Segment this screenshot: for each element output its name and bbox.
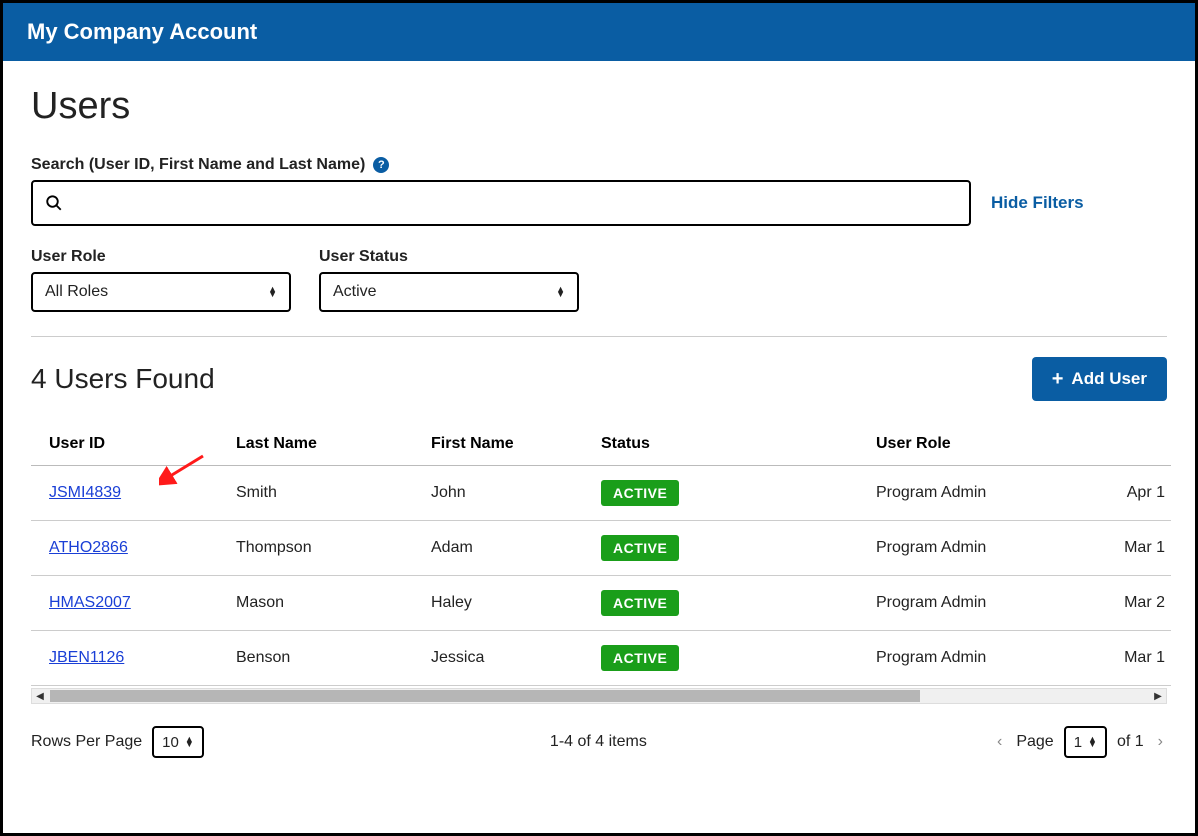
cell-first-name: Haley [421, 576, 591, 631]
range-text: 1-4 of 4 items [550, 733, 647, 751]
app-header: My Company Account [3, 3, 1195, 61]
pagination-footer: Rows Per Page 10 ▲▼ 1-4 of 4 items ‹ Pag… [31, 726, 1167, 758]
cell-date: Mar 2 [1076, 576, 1171, 631]
cell-date: Mar 1 [1076, 631, 1171, 686]
cell-first-name: Jessica [421, 631, 591, 686]
cell-last-name: Benson [226, 631, 421, 686]
of-text: of 1 [1117, 733, 1144, 751]
th-user-role[interactable]: User Role [866, 421, 1076, 466]
cell-date: Apr 1 [1076, 466, 1171, 521]
status-selected: Active [333, 283, 377, 301]
filter-user-role: User Role All Roles ▲▼ [31, 248, 291, 312]
page-title: Users [31, 85, 1167, 128]
page-select[interactable]: 1 ▲▼ [1064, 726, 1107, 758]
cell-last-name: Smith [226, 466, 421, 521]
search-input[interactable] [73, 194, 957, 212]
search-box[interactable] [31, 180, 971, 226]
filters-row: User Role All Roles ▲▼ User Status Activ… [31, 248, 1167, 337]
status-badge: ACTIVE [601, 535, 679, 561]
scroll-left-icon[interactable]: ◀ [32, 689, 48, 703]
help-icon[interactable]: ? [373, 157, 389, 173]
cell-user-role: Program Admin [866, 521, 1076, 576]
table-row: ATHO2866 Thompson Adam ACTIVE Program Ad… [31, 521, 1171, 576]
rows-value: 10 [162, 734, 179, 751]
rows-select[interactable]: 10 ▲▼ [152, 726, 204, 758]
main-content: Users Search (User ID, First Name and La… [3, 61, 1195, 768]
th-status[interactable]: Status [591, 421, 866, 466]
app-title: My Company Account [27, 19, 257, 44]
hide-filters-link[interactable]: Hide Filters [991, 193, 1084, 213]
filter-status-label: User Status [319, 248, 579, 266]
prev-page-button[interactable]: ‹ [993, 733, 1006, 751]
page-label: Page [1016, 733, 1053, 751]
cell-first-name: John [421, 466, 591, 521]
cell-user-role: Program Admin [866, 631, 1076, 686]
results-header: 4 Users Found + Add User [31, 357, 1167, 401]
chevron-updown-icon: ▲▼ [556, 287, 565, 297]
scrollbar-thumb[interactable] [50, 690, 920, 702]
chevron-updown-icon: ▲▼ [1088, 737, 1097, 747]
rows-label: Rows Per Page [31, 733, 142, 751]
results-count: 4 Users Found [31, 363, 215, 395]
th-first-name[interactable]: First Name [421, 421, 591, 466]
status-badge: ACTIVE [601, 480, 679, 506]
th-date[interactable] [1076, 421, 1171, 466]
scroll-right-icon[interactable]: ▶ [1150, 689, 1166, 703]
cell-date: Mar 1 [1076, 521, 1171, 576]
user-id-link[interactable]: ATHO2866 [49, 539, 128, 556]
add-user-label: Add User [1071, 369, 1147, 389]
user-id-link[interactable]: HMAS2007 [49, 594, 131, 611]
horizontal-scrollbar[interactable]: ◀ ▶ [31, 688, 1167, 704]
cell-first-name: Adam [421, 521, 591, 576]
chevron-updown-icon: ▲▼ [268, 287, 277, 297]
page-value: 1 [1074, 734, 1082, 751]
status-badge: ACTIVE [601, 590, 679, 616]
page-nav: ‹ Page 1 ▲▼ of 1 › [993, 726, 1167, 758]
table-header-row: User ID Last Name First Name Status User… [31, 421, 1171, 466]
table-row: JBEN1126 Benson Jessica ACTIVE Program A… [31, 631, 1171, 686]
role-select[interactable]: All Roles ▲▼ [31, 272, 291, 312]
users-table: User ID Last Name First Name Status User… [31, 421, 1171, 686]
th-user-id[interactable]: User ID [31, 421, 226, 466]
th-last-name[interactable]: Last Name [226, 421, 421, 466]
plus-icon: + [1052, 369, 1064, 389]
filter-user-status: User Status Active ▲▼ [319, 248, 579, 312]
search-label: Search (User ID, First Name and Last Nam… [31, 156, 365, 174]
rows-per-page: Rows Per Page 10 ▲▼ [31, 726, 204, 758]
cell-last-name: Thompson [226, 521, 421, 576]
search-label-row: Search (User ID, First Name and Last Nam… [31, 156, 1167, 174]
cell-user-role: Program Admin [866, 576, 1076, 631]
cell-user-role: Program Admin [866, 466, 1076, 521]
filter-role-label: User Role [31, 248, 291, 266]
role-selected: All Roles [45, 283, 108, 301]
chevron-updown-icon: ▲▼ [185, 737, 194, 747]
user-id-link[interactable]: JSMI4839 [49, 484, 121, 501]
cell-last-name: Mason [226, 576, 421, 631]
status-select[interactable]: Active ▲▼ [319, 272, 579, 312]
status-badge: ACTIVE [601, 645, 679, 671]
table-row: HMAS2007 Mason Haley ACTIVE Program Admi… [31, 576, 1171, 631]
next-page-button[interactable]: › [1154, 733, 1167, 751]
table-wrap: User ID Last Name First Name Status User… [31, 421, 1167, 704]
search-row: Hide Filters [31, 180, 1167, 226]
table-row: JSMI4839 Smith John ACTIVE Program Admin… [31, 466, 1171, 521]
user-id-link[interactable]: JBEN1126 [49, 649, 124, 666]
add-user-button[interactable]: + Add User [1032, 357, 1167, 401]
search-icon [45, 194, 63, 212]
